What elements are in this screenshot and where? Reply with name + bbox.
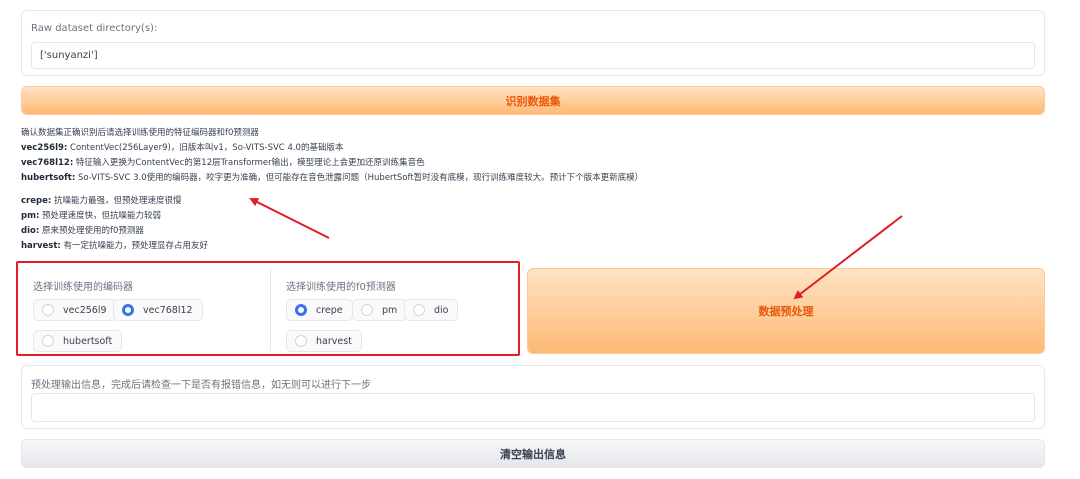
dataset-directory-label: Raw dataset directory(s): (31, 23, 158, 34)
info-line: vec768l12: 特征输入更换为ContentVec的第12层Transfo… (21, 158, 425, 168)
info-line: 确认数据集正确识别后请选择训练使用的特征编码器和f0预测器 (21, 128, 259, 138)
radio-label: vec768l12 (143, 304, 193, 316)
radio-circle-icon (361, 304, 373, 316)
radio-circle-icon (413, 304, 425, 316)
radio-vec256l9[interactable]: vec256l9 (33, 299, 117, 321)
radio-checked-icon (122, 304, 134, 316)
radio-circle-icon (42, 335, 54, 347)
radio-crepe[interactable]: crepe (286, 299, 353, 321)
radio-label: vec256l9 (63, 304, 107, 316)
radio-label: crepe (316, 304, 343, 316)
encoder-label: 选择训练使用的编码器 (33, 282, 133, 293)
radio-dio[interactable]: dio (404, 299, 459, 321)
preprocess-output-block: 预处理输出信息，完成后请检查一下是否有报错信息，如无则可以进行下一步 (21, 365, 1045, 429)
dataset-directory-input[interactable]: ['sunyanzi'] (31, 42, 1035, 69)
encoder-radio-group: 选择训练使用的编码器 vec256l9 vec768l12 hubertsoft (23, 268, 271, 352)
preprocess-output-label: 预处理输出信息，完成后请检查一下是否有报错信息，如无则可以进行下一步 (31, 380, 371, 391)
radio-vec768l12[interactable]: vec768l12 (113, 299, 203, 321)
f0-radio-group: 选择训练使用的f0预测器 crepe pm dio harvest (276, 268, 516, 352)
radio-checked-icon (295, 304, 307, 316)
radio-circle-icon (42, 304, 54, 316)
radio-label: harvest (316, 335, 352, 347)
f0-label: 选择训练使用的f0预测器 (286, 282, 396, 293)
radio-pm[interactable]: pm (352, 299, 408, 321)
radio-hubertsoft[interactable]: hubertsoft (33, 330, 123, 352)
info-line: hubertsoft: So-VITS-SVC 3.0使用的编码器，咬字更为准确… (21, 173, 644, 183)
radio-circle-icon (295, 335, 307, 347)
clear-output-button[interactable]: 清空输出信息 (21, 439, 1045, 468)
radio-label: dio (434, 304, 449, 316)
radio-label: pm (382, 304, 398, 316)
info-line: crepe: 抗噪能力最强，但预处理速度很慢 (21, 196, 182, 206)
dataset-directory-block: Raw dataset directory(s): ['sunyanzi'] (21, 10, 1045, 76)
info-line: vec256l9: ContentVec(256Layer9)，旧版本叫v1，S… (21, 143, 344, 153)
info-line: dio: 原来预处理使用的f0预测器 (21, 226, 144, 236)
info-line: harvest: 有一定抗噪能力，预处理显存占用友好 (21, 241, 209, 251)
radio-label: hubertsoft (63, 335, 113, 347)
selector-highlight-box: 选择训练使用的编码器 vec256l9 vec768l12 hubertsoft… (16, 261, 520, 356)
info-line: pm: 预处理速度快，但抗噪能力较弱 (21, 211, 162, 221)
preprocess-output-field[interactable] (31, 393, 1035, 422)
radio-harvest[interactable]: harvest (286, 330, 362, 352)
identify-dataset-button[interactable]: 识别数据集 (21, 86, 1045, 115)
preprocess-button[interactable]: 数据预处理 (527, 268, 1045, 354)
model-info-text: 确认数据集正确识别后请选择训练使用的特征编码器和f0预测器 vec256l9: … (21, 126, 1061, 254)
